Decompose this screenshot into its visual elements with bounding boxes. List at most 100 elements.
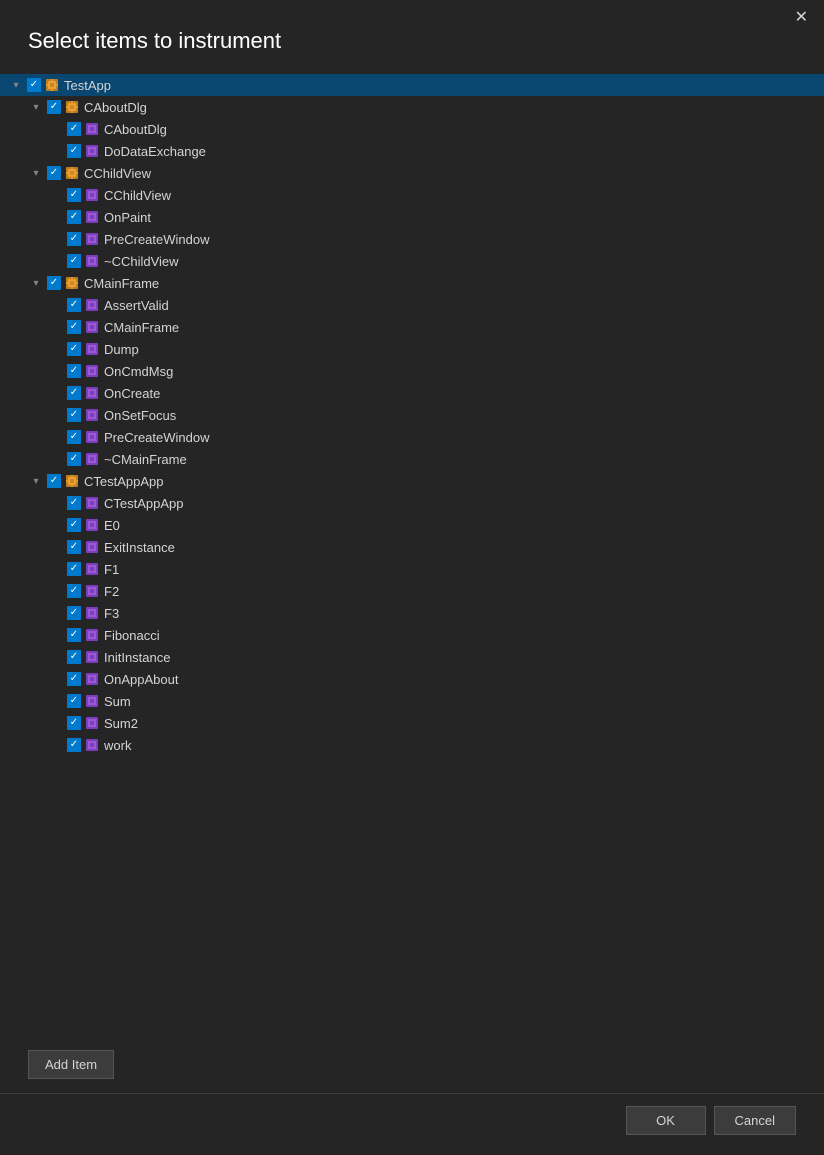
checkbox[interactable] xyxy=(67,628,81,642)
checkbox[interactable] xyxy=(67,144,81,158)
tree-node[interactable]: F3 xyxy=(0,602,824,624)
tree-node[interactable]: E0 xyxy=(0,514,824,536)
expander-icon[interactable] xyxy=(48,385,64,401)
tree-node[interactable]: Sum2 xyxy=(0,712,824,734)
tree-node[interactable]: AssertValid xyxy=(0,294,824,316)
checkbox[interactable] xyxy=(67,518,81,532)
node-label: Sum2 xyxy=(104,716,138,731)
tree-node[interactable]: work xyxy=(0,734,824,756)
checkbox[interactable] xyxy=(67,386,81,400)
expander-icon[interactable] xyxy=(48,495,64,511)
expander-icon[interactable] xyxy=(48,187,64,203)
expander-icon[interactable] xyxy=(48,605,64,621)
expander-icon[interactable] xyxy=(48,583,64,599)
checkbox[interactable] xyxy=(47,276,61,290)
expander-icon[interactable]: ▾ xyxy=(28,473,44,489)
tree-node[interactable]: ▾ TestApp xyxy=(0,74,824,96)
checkbox[interactable] xyxy=(67,672,81,686)
tree-node[interactable]: Dump xyxy=(0,338,824,360)
expander-icon[interactable] xyxy=(48,715,64,731)
tree-node[interactable]: ~CMainFrame xyxy=(0,448,824,470)
tree-node[interactable]: ▾ CTestAppApp xyxy=(0,470,824,492)
checkbox[interactable] xyxy=(67,342,81,356)
expander-icon[interactable] xyxy=(48,737,64,753)
expander-icon[interactable] xyxy=(48,649,64,665)
expander-icon[interactable] xyxy=(48,627,64,643)
checkbox[interactable] xyxy=(67,650,81,664)
checkbox[interactable] xyxy=(27,78,41,92)
checkbox[interactable] xyxy=(67,188,81,202)
cancel-button[interactable]: Cancel xyxy=(714,1106,796,1135)
tree-node[interactable]: CChildView xyxy=(0,184,824,206)
close-button[interactable]: ✕ xyxy=(791,8,812,28)
checkbox[interactable] xyxy=(67,738,81,752)
expander-icon[interactable]: ▾ xyxy=(8,77,24,93)
checkbox[interactable] xyxy=(47,166,61,180)
expander-icon[interactable] xyxy=(48,121,64,137)
expander-icon[interactable] xyxy=(48,693,64,709)
add-item-button[interactable]: Add Item xyxy=(28,1050,114,1079)
expander-icon[interactable] xyxy=(48,517,64,533)
expander-icon[interactable] xyxy=(48,539,64,555)
checkbox[interactable] xyxy=(67,430,81,444)
expander-icon[interactable] xyxy=(48,429,64,445)
checkbox[interactable] xyxy=(67,562,81,576)
expander-icon[interactable] xyxy=(48,451,64,467)
tree-node[interactable]: ExitInstance xyxy=(0,536,824,558)
checkbox[interactable] xyxy=(67,584,81,598)
checkbox[interactable] xyxy=(67,716,81,730)
checkbox[interactable] xyxy=(67,298,81,312)
expander-icon[interactable] xyxy=(48,363,64,379)
tree-node[interactable]: ▾ CChildView xyxy=(0,162,824,184)
checkbox[interactable] xyxy=(67,320,81,334)
tree-node[interactable]: PreCreateWindow xyxy=(0,426,824,448)
checkbox[interactable] xyxy=(67,540,81,554)
checkbox[interactable] xyxy=(67,122,81,136)
expander-icon[interactable] xyxy=(48,561,64,577)
expander-icon[interactable] xyxy=(48,671,64,687)
tree-node[interactable]: CTestAppApp xyxy=(0,492,824,514)
tree-node[interactable]: CMainFrame xyxy=(0,316,824,338)
expander-icon[interactable] xyxy=(48,231,64,247)
tree-node[interactable]: OnAppAbout xyxy=(0,668,824,690)
tree-node[interactable]: PreCreateWindow xyxy=(0,228,824,250)
tree-node[interactable]: ▾ CMainFrame xyxy=(0,272,824,294)
checkbox[interactable] xyxy=(67,694,81,708)
tree-node[interactable]: F2 xyxy=(0,580,824,602)
checkbox[interactable] xyxy=(67,254,81,268)
expander-icon[interactable] xyxy=(48,341,64,357)
expander-icon[interactable] xyxy=(48,209,64,225)
tree-node[interactable]: DoDataExchange xyxy=(0,140,824,162)
expander-icon[interactable] xyxy=(48,253,64,269)
tree-node[interactable]: ~CChildView xyxy=(0,250,824,272)
tree-node[interactable]: ▾ CAboutDlg xyxy=(0,96,824,118)
tree-node[interactable]: OnSetFocus xyxy=(0,404,824,426)
checkbox[interactable] xyxy=(67,364,81,378)
tree-node[interactable]: Sum xyxy=(0,690,824,712)
checkbox[interactable] xyxy=(67,452,81,466)
tree-container[interactable]: ▾ TestApp▾ CAboutDlg CAboutDl xyxy=(0,70,824,1036)
expander-icon[interactable] xyxy=(48,143,64,159)
method-icon xyxy=(84,539,100,555)
expander-icon[interactable]: ▾ xyxy=(28,275,44,291)
checkbox[interactable] xyxy=(67,496,81,510)
expander-icon[interactable]: ▾ xyxy=(28,165,44,181)
tree-node[interactable]: OnCreate xyxy=(0,382,824,404)
tree-node[interactable]: Fibonacci xyxy=(0,624,824,646)
tree-node[interactable]: CAboutDlg xyxy=(0,118,824,140)
checkbox[interactable] xyxy=(67,210,81,224)
checkbox[interactable] xyxy=(67,232,81,246)
checkbox[interactable] xyxy=(47,474,61,488)
ok-button[interactable]: OK xyxy=(626,1106,706,1135)
checkbox[interactable] xyxy=(67,408,81,422)
expander-icon[interactable]: ▾ xyxy=(28,99,44,115)
expander-icon[interactable] xyxy=(48,319,64,335)
checkbox[interactable] xyxy=(67,606,81,620)
tree-node[interactable]: OnCmdMsg xyxy=(0,360,824,382)
tree-node[interactable]: InitInstance xyxy=(0,646,824,668)
checkbox[interactable] xyxy=(47,100,61,114)
tree-node[interactable]: F1 xyxy=(0,558,824,580)
expander-icon[interactable] xyxy=(48,297,64,313)
expander-icon[interactable] xyxy=(48,407,64,423)
tree-node[interactable]: OnPaint xyxy=(0,206,824,228)
